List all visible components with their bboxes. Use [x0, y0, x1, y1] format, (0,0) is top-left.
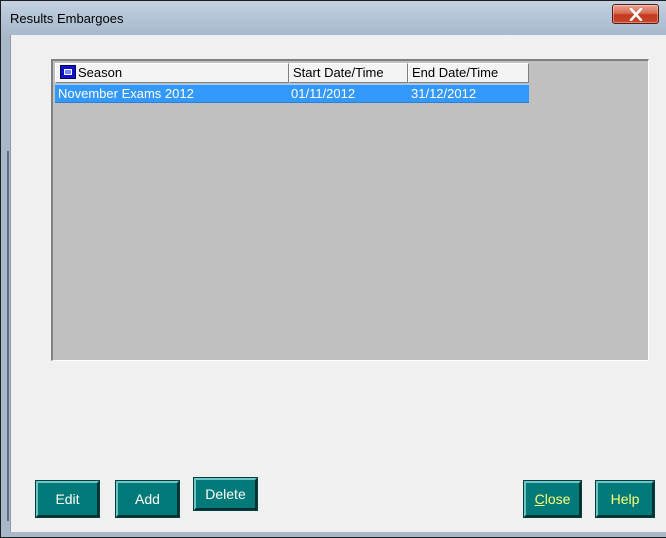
window-title: Results Embargoes [10, 11, 124, 26]
column-header-start[interactable]: Start Date/Time [289, 63, 408, 83]
results-embargoes-window: Results Embargoes Season Start Date/Time… [0, 0, 666, 538]
edit-button[interactable]: Edit [35, 480, 100, 518]
delete-button[interactable]: Delete [193, 477, 258, 511]
column-header-season[interactable]: Season [55, 63, 289, 83]
close-button[interactable]: Close [523, 480, 582, 518]
window-frame-edge [7, 151, 9, 521]
column-header-season-label: Season [78, 65, 123, 80]
column-header-end-label: End Date/Time [412, 65, 499, 80]
embargo-list[interactable]: Season Start Date/Time End Date/Time Nov… [51, 59, 649, 361]
client-divider [10, 35, 11, 532]
column-header-end[interactable]: End Date/Time [408, 63, 529, 83]
cell-end-date: 31/12/2012 [411, 86, 477, 101]
help-button[interactable]: Help [595, 480, 655, 518]
window-close-button[interactable] [612, 4, 659, 24]
edit-button-label: Edit [55, 491, 80, 507]
close-icon [629, 8, 643, 21]
title-bar[interactable]: Results Embargoes [1, 1, 666, 35]
close-button-label: Close [535, 491, 571, 507]
close-label-rest: lose [544, 491, 571, 507]
list-row[interactable]: November Exams 2012 01/11/2012 31/12/201… [55, 84, 529, 103]
add-button[interactable]: Add [115, 480, 180, 518]
close-mnemonic: C [534, 491, 545, 507]
list-column-icon [60, 65, 76, 79]
delete-button-label: Delete [205, 486, 246, 502]
add-button-label: Add [135, 491, 160, 507]
help-button-label: Help [610, 491, 640, 507]
column-header-start-label: Start Date/Time [293, 65, 384, 80]
cell-start-date: 01/11/2012 [291, 86, 356, 101]
cell-season: November Exams 2012 [58, 86, 194, 101]
